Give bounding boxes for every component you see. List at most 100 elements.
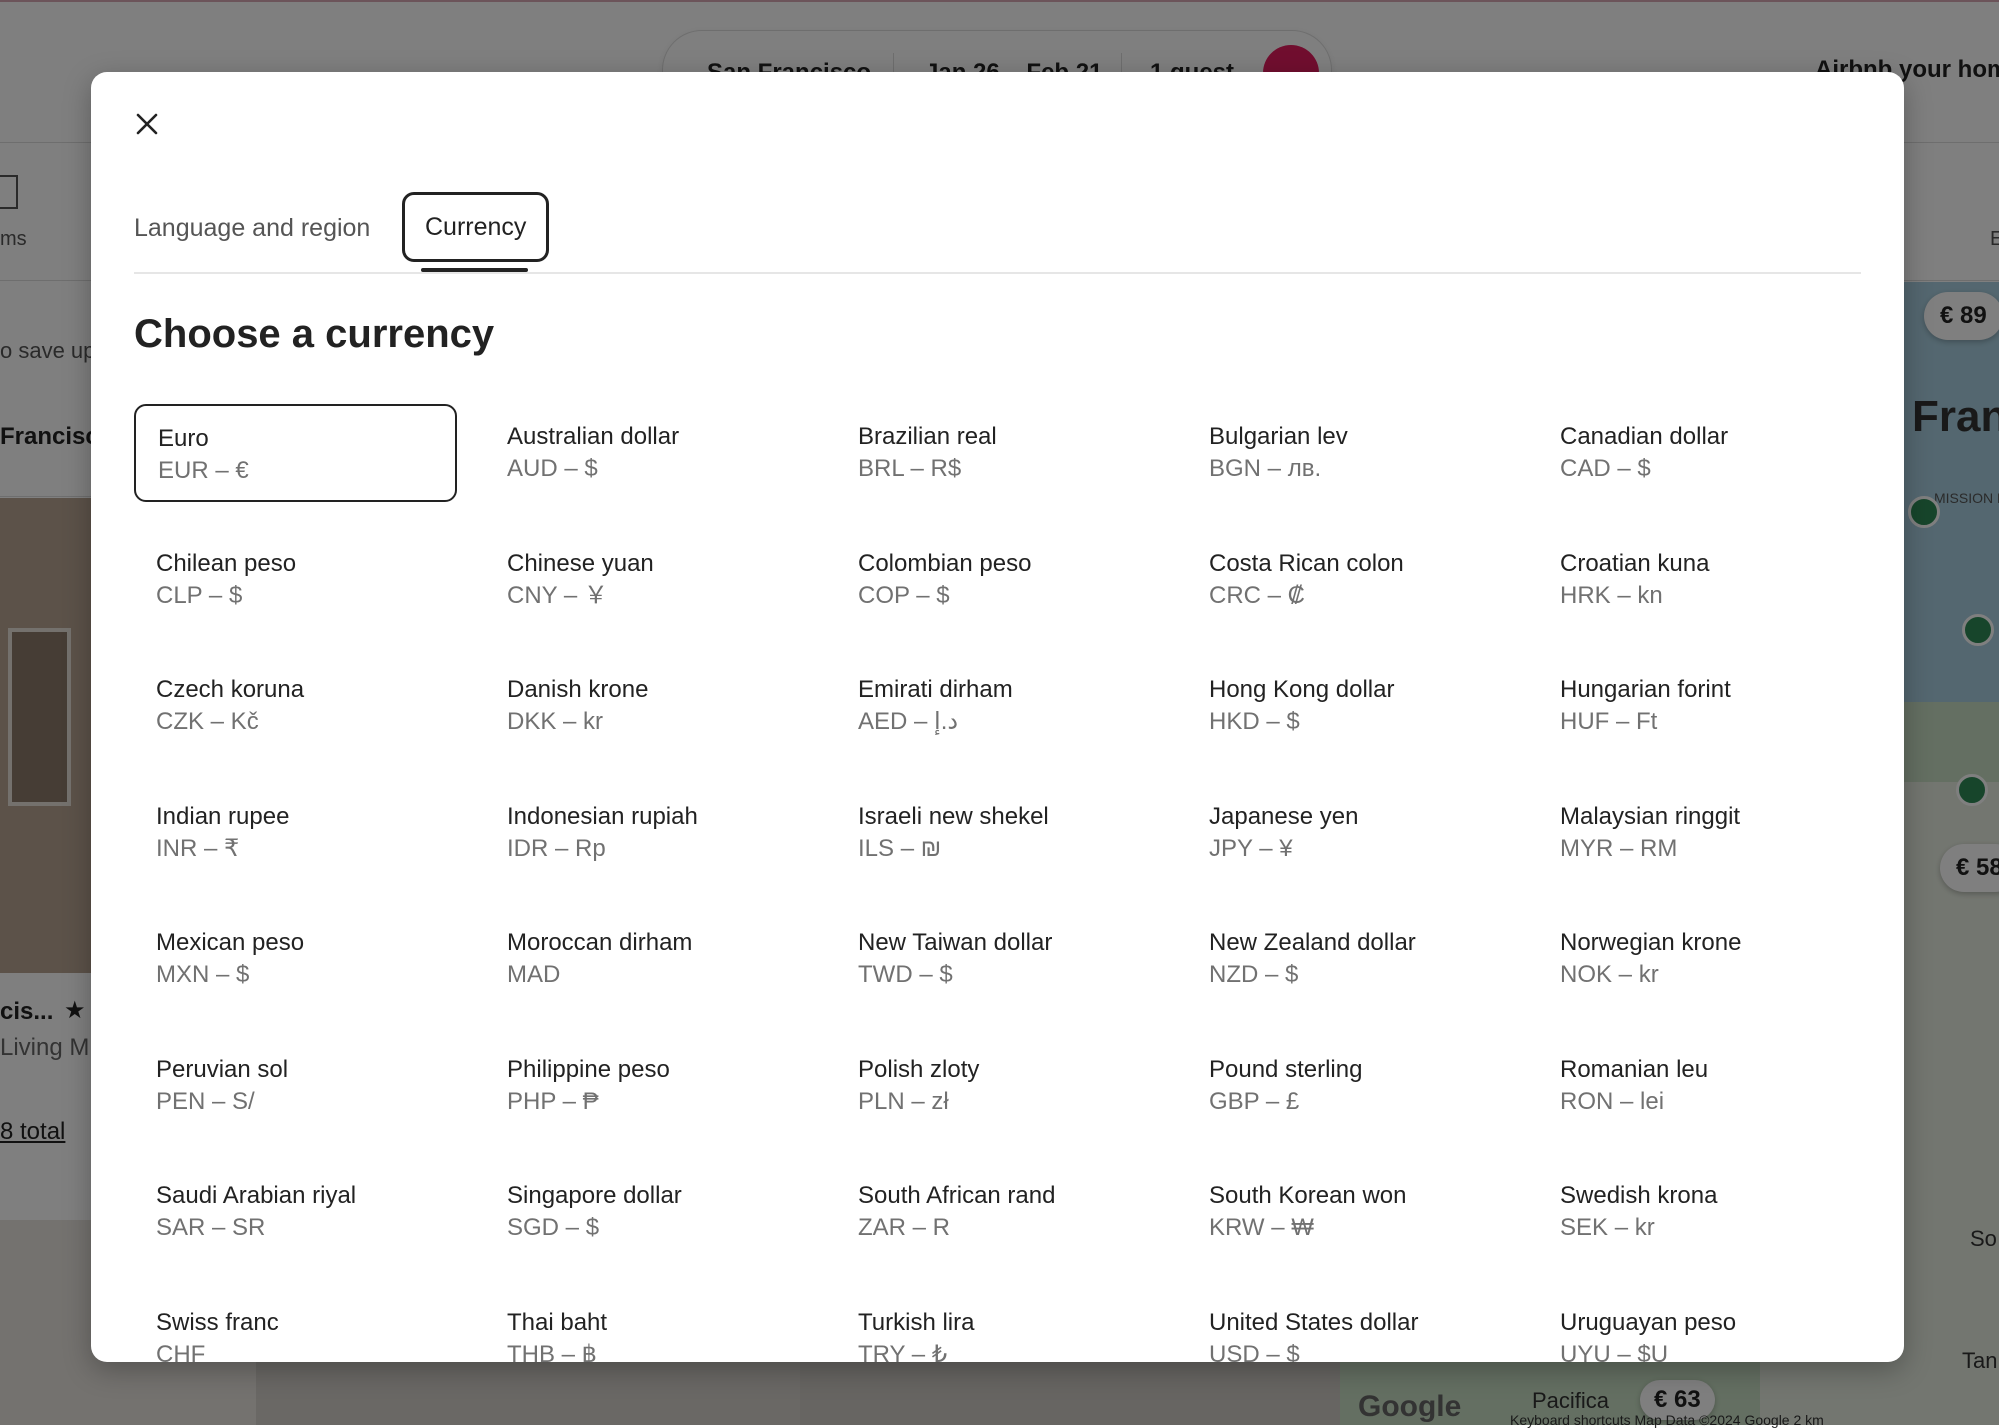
- currency-option[interactable]: Moroccan dirham MAD: [485, 910, 808, 1008]
- currency-code: SEK – kr: [1560, 1214, 1655, 1241]
- currency-option[interactable]: Israeli new shekel ILS – ₪: [836, 784, 1159, 882]
- currency-code: UYU – $U: [1560, 1341, 1669, 1362]
- currency-name: Indonesian rupiah: [507, 803, 698, 830]
- currency-name: Saudi Arabian riyal: [156, 1182, 357, 1209]
- active-tab-indicator: [421, 268, 528, 272]
- currency-name: Thai baht: [507, 1309, 608, 1336]
- currency-option[interactable]: Saudi Arabian riyal SAR – SR: [134, 1163, 457, 1261]
- currency-name: Chinese yuan: [507, 550, 654, 577]
- currency-option[interactable]: Emirati dirham AED – د.إ: [836, 657, 1159, 755]
- currency-code: PLN – zł: [858, 1088, 949, 1115]
- currency-option[interactable]: Australian dollar AUD – $: [485, 404, 808, 502]
- currency-name: Australian dollar: [507, 423, 680, 450]
- currency-name: Danish krone: [507, 676, 649, 703]
- currency-code: COP – $: [858, 582, 950, 609]
- currency-name: Uruguayan peso: [1560, 1309, 1737, 1336]
- currency-code: HKD – $: [1209, 708, 1300, 735]
- currency-code: SGD – $: [507, 1214, 600, 1241]
- currency-code: CZK – Kč: [156, 708, 259, 735]
- currency-option[interactable]: Indian rupee INR – ₹: [134, 784, 457, 882]
- currency-option[interactable]: Thai baht THB – ฿: [485, 1290, 808, 1362]
- currency-code: NOK – kr: [1560, 961, 1659, 988]
- currency-option[interactable]: Costa Rican colon CRC – ₡: [1187, 531, 1510, 629]
- currency-code: AUD – $: [507, 455, 598, 482]
- dialog-heading: Choose a currency: [134, 312, 495, 356]
- currency-option[interactable]: Hungarian forint HUF – Ft: [1538, 657, 1861, 755]
- tabs-divider: [134, 272, 1861, 274]
- currency-option[interactable]: United States dollar USD – $: [1187, 1290, 1510, 1362]
- currency-code: PEN – S/: [156, 1088, 255, 1115]
- currency-code: ZAR – R: [858, 1214, 951, 1241]
- currency-option[interactable]: Brazilian real BRL – R$: [836, 404, 1159, 502]
- currency-option[interactable]: Euro EUR – €: [134, 404, 457, 502]
- currency-code: PHP – ₱: [507, 1088, 599, 1115]
- tab-language-and-region[interactable]: Language and region: [134, 192, 370, 264]
- currency-name: United States dollar: [1209, 1309, 1419, 1336]
- currency-option[interactable]: Norwegian krone NOK – kr: [1538, 910, 1861, 1008]
- currency-option[interactable]: New Zealand dollar NZD – $: [1187, 910, 1510, 1008]
- currency-option[interactable]: Chinese yuan CNY – ￥: [485, 531, 808, 629]
- currency-option[interactable]: Czech koruna CZK – Kč: [134, 657, 457, 755]
- currency-option[interactable]: Mexican peso MXN – $: [134, 910, 457, 1008]
- currency-code: CHF: [156, 1341, 206, 1362]
- currency-code: KRW – ₩: [1209, 1214, 1314, 1241]
- currency-name: Indian rupee: [156, 803, 290, 830]
- currency-option[interactable]: Peruvian sol PEN – S/: [134, 1037, 457, 1135]
- currency-option[interactable]: Pound sterling GBP – £: [1187, 1037, 1510, 1135]
- currency-code: RON – lei: [1560, 1088, 1665, 1115]
- currency-option[interactable]: South African rand ZAR – R: [836, 1163, 1159, 1261]
- currency-name: Romanian leu: [1560, 1056, 1709, 1083]
- currency-option[interactable]: Uruguayan peso UYU – $U: [1538, 1290, 1861, 1362]
- currency-option[interactable]: Colombian peso COP – $: [836, 531, 1159, 629]
- currency-name: Hungarian forint: [1560, 676, 1731, 703]
- currency-name: Swiss franc: [156, 1309, 279, 1336]
- currency-option[interactable]: Polish zloty PLN – zł: [836, 1037, 1159, 1135]
- currency-option[interactable]: Japanese yen JPY – ¥: [1187, 784, 1510, 882]
- currency-code: IDR – Rp: [507, 835, 606, 862]
- currency-name: Pound sterling: [1209, 1056, 1363, 1083]
- tab-currency[interactable]: Currency: [402, 192, 550, 262]
- currency-code: THB – ฿: [507, 1341, 597, 1362]
- currency-code: USD – $: [1209, 1341, 1300, 1362]
- currency-option[interactable]: Canadian dollar CAD – $: [1538, 404, 1861, 502]
- close-button[interactable]: [125, 102, 169, 146]
- currency-name: Swedish krona: [1560, 1182, 1718, 1209]
- currency-option[interactable]: Danish krone DKK – kr: [485, 657, 808, 755]
- currency-option[interactable]: Singapore dollar SGD – $: [485, 1163, 808, 1261]
- currency-option[interactable]: Swiss franc CHF: [134, 1290, 457, 1362]
- currency-name: Japanese yen: [1209, 803, 1359, 830]
- currency-name: Polish zloty: [858, 1056, 980, 1083]
- currency-option[interactable]: Malaysian ringgit MYR – RM: [1538, 784, 1861, 882]
- currency-code: DKK – kr: [507, 708, 604, 735]
- currency-option[interactable]: South Korean won KRW – ₩: [1187, 1163, 1510, 1261]
- currency-option[interactable]: Hong Kong dollar HKD – $: [1187, 657, 1510, 755]
- currency-option[interactable]: Bulgarian lev BGN – лв.: [1187, 404, 1510, 502]
- currency-name: Hong Kong dollar: [1209, 676, 1395, 703]
- currency-option[interactable]: Romanian leu RON – lei: [1538, 1037, 1861, 1135]
- currency-name: South African rand: [858, 1182, 1056, 1209]
- currency-name: Brazilian real: [858, 423, 997, 450]
- currency-name: Philippine peso: [507, 1056, 670, 1083]
- currency-code: TRY – ₺: [858, 1341, 948, 1362]
- currency-code: MYR – RM: [1560, 835, 1678, 862]
- currency-code: MAD: [507, 961, 561, 988]
- currency-option[interactable]: Turkish lira TRY – ₺: [836, 1290, 1159, 1362]
- currency-code: SAR – SR: [156, 1214, 266, 1241]
- currency-name: Peruvian sol: [156, 1056, 289, 1083]
- currency-option[interactable]: Chilean peso CLP – $: [134, 531, 457, 629]
- currency-code: HUF – Ft: [1560, 708, 1658, 735]
- currency-name: Moroccan dirham: [507, 929, 693, 956]
- currency-option[interactable]: Croatian kuna HRK – kn: [1538, 531, 1861, 629]
- currency-option[interactable]: Philippine peso PHP – ₱: [485, 1037, 808, 1135]
- currency-name: Singapore dollar: [507, 1182, 682, 1209]
- currency-option[interactable]: Indonesian rupiah IDR – Rp: [485, 784, 808, 882]
- currency-name: New Taiwan dollar: [858, 929, 1053, 956]
- currency-option[interactable]: Swedish krona SEK – kr: [1538, 1163, 1861, 1261]
- currency-code: CAD – $: [1560, 455, 1651, 482]
- currency-name: South Korean won: [1209, 1182, 1407, 1209]
- currency-name: Emirati dirham: [858, 676, 1013, 703]
- currency-code: BRL – R$: [858, 455, 962, 482]
- currency-name: Euro: [158, 425, 209, 452]
- currency-name: New Zealand dollar: [1209, 929, 1416, 956]
- currency-option[interactable]: New Taiwan dollar TWD – $: [836, 910, 1159, 1008]
